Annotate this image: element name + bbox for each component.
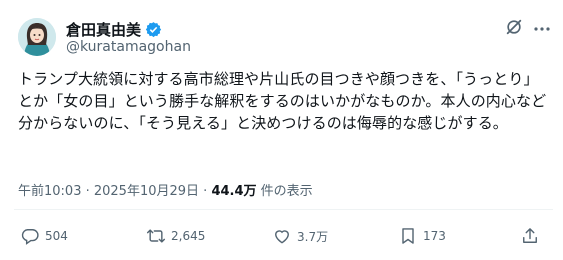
name-row: 倉田真由美 xyxy=(66,19,162,40)
handle[interactable]: @kuratamagohan xyxy=(66,39,191,55)
like-count: 3.7万 xyxy=(297,229,329,244)
repost-button[interactable]: 2,645 xyxy=(146,226,205,246)
reply-icon xyxy=(21,229,39,245)
share-button[interactable] xyxy=(520,226,540,246)
tweet-meta: 午前10:03 · 2025年10月29日 · 44.4万 件の表示 xyxy=(18,180,313,199)
repost-icon xyxy=(146,229,166,243)
bookmark-icon xyxy=(402,228,414,244)
bookmark-count: 173 xyxy=(423,229,446,243)
divider xyxy=(14,209,553,210)
like-button[interactable]: 3.7万 xyxy=(272,226,328,246)
avatar[interactable] xyxy=(18,18,56,56)
repost-count: 2,645 xyxy=(171,229,206,243)
timestamp[interactable]: 午前10:03 · 2025年10月29日 · xyxy=(18,184,211,199)
like-icon xyxy=(275,230,289,244)
views-label: 件の表示 xyxy=(256,184,313,199)
verified-badge-icon xyxy=(145,21,162,38)
display-name[interactable]: 倉田真由美 xyxy=(66,19,141,40)
more-icon[interactable] xyxy=(531,18,553,40)
bookmark-button[interactable]: 173 xyxy=(398,226,446,246)
share-icon xyxy=(523,228,537,243)
reply-count: 504 xyxy=(45,229,68,243)
tweet-text: トランプ大統領に対する高市総理や片山氏の目つきや顔つきを、「うっとり」とか「女の… xyxy=(18,70,547,132)
grok-icon[interactable] xyxy=(505,18,523,36)
views-count[interactable]: 44.4万 xyxy=(211,184,256,199)
tweet-card: 倉田真由美 @kuratamagohan トランプ大統領に対する高市総理や片山氏… xyxy=(0,0,563,260)
reply-button[interactable]: 504 xyxy=(20,226,68,246)
